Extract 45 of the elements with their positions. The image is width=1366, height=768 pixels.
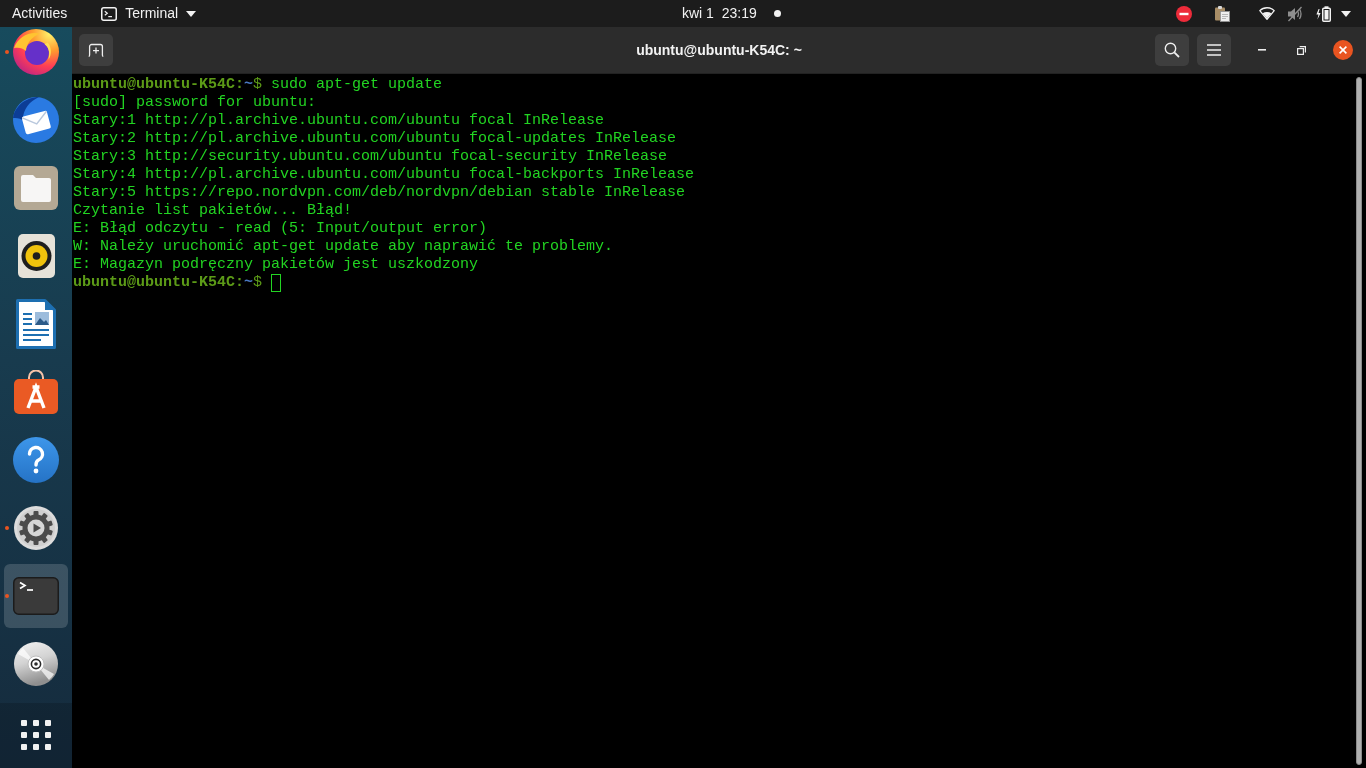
close-icon[interactable] xyxy=(1333,40,1353,60)
do-not-disturb-icon[interactable] xyxy=(1176,5,1192,22)
notification-dot-icon xyxy=(773,10,781,17)
terminal-icon xyxy=(13,577,59,615)
gear-icon xyxy=(14,506,58,550)
output-line: E: Magazyn podręczny pakietów jest uszkodzony xyxy=(73,256,479,274)
output-line: W: Należy uruchomić apt-get update aby naprawić te problemy. xyxy=(73,238,614,256)
clock-button[interactable]: kwi 1 23:19 xyxy=(682,5,757,22)
output-line: Czytanie list pakietów... Błąd! xyxy=(73,202,353,220)
caret-icon xyxy=(186,10,197,17)
new-tab-icon xyxy=(88,43,104,57)
output-line: Stary:2 http://pl.archive.ubuntu.com/ubuntu focal-updates InRelease xyxy=(73,130,677,148)
folder-icon xyxy=(14,166,58,210)
clipboard-icon[interactable] xyxy=(1215,5,1230,22)
volume-muted-icon[interactable] xyxy=(1287,5,1303,22)
search-icon xyxy=(1164,42,1180,58)
battery-charging-icon[interactable] xyxy=(1316,5,1331,22)
output-line: Stary:3 http://security.ubuntu.com/ubuntu focal-security InRelease xyxy=(73,148,668,166)
help-icon xyxy=(13,437,59,483)
disc-icon xyxy=(14,642,58,686)
menu-icon xyxy=(1207,44,1221,56)
new-tab-button[interactable] xyxy=(79,34,113,66)
output-line: [sudo] password for ubuntu: xyxy=(73,94,317,112)
document-icon xyxy=(16,299,56,349)
system-menu-caret-icon[interactable] xyxy=(1341,10,1351,17)
app-menu-button[interactable]: Terminal xyxy=(101,5,197,22)
app-grid-icon[interactable] xyxy=(21,720,51,750)
command-line: ubuntu@ubuntu-K54C:~$ sudo apt-get update xyxy=(73,76,443,94)
wifi-icon[interactable] xyxy=(1259,7,1275,20)
browser-icon xyxy=(13,29,59,75)
window-title: ubuntu@ubuntu-K54C: ~ xyxy=(636,40,802,60)
output-line: Stary:1 http://pl.archive.ubuntu.com/ubuntu focal InRelease xyxy=(73,112,605,130)
activities-button[interactable]: Activities xyxy=(12,5,68,22)
search-button[interactable] xyxy=(1155,34,1189,66)
speaker-icon xyxy=(17,234,55,278)
output-line: Stary:5 https://repo.nordvpn.com/deb/nordvpn/debian stable InRelease xyxy=(73,184,686,202)
menu-button[interactable] xyxy=(1197,34,1231,66)
scrollbar-thumb[interactable] xyxy=(1356,77,1362,765)
output-line: E: Błąd odczytu - read (5: Input/output error) xyxy=(73,220,488,238)
shopping-bag-icon xyxy=(14,370,58,414)
terminal-icon xyxy=(101,6,118,21)
mail-icon xyxy=(13,97,59,143)
command-line: ubuntu@ubuntu-K54C:~$ xyxy=(73,274,264,292)
output-line: Stary:4 http://pl.archive.ubuntu.com/ubuntu focal-backports InRelease xyxy=(73,166,695,184)
maximize-icon[interactable] xyxy=(1297,45,1306,55)
